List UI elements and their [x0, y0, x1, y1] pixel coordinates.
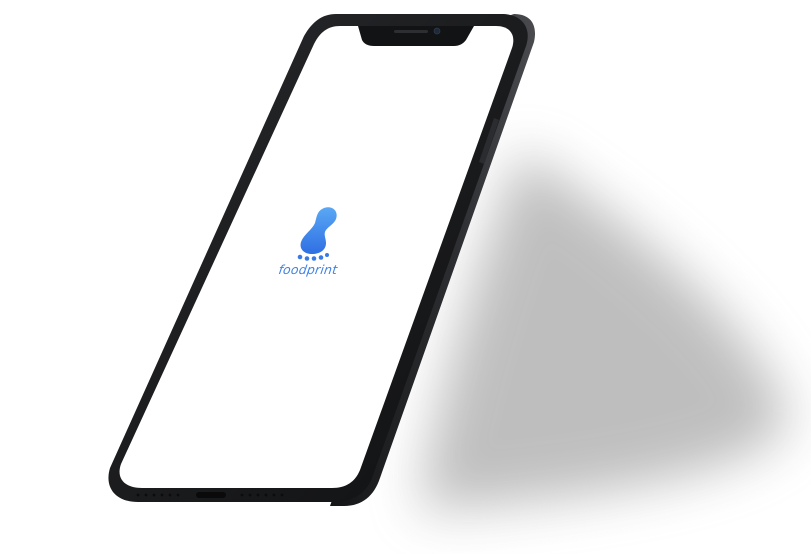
screen-notch	[358, 26, 474, 46]
charging-port-icon	[196, 492, 226, 498]
app-name-label: foodprint	[277, 262, 339, 277]
front-camera-icon	[433, 27, 441, 35]
earpiece-speaker-icon	[394, 30, 428, 33]
phone-mockup-stage: foodprint	[0, 0, 811, 554]
phone-mockup	[108, 14, 790, 510]
